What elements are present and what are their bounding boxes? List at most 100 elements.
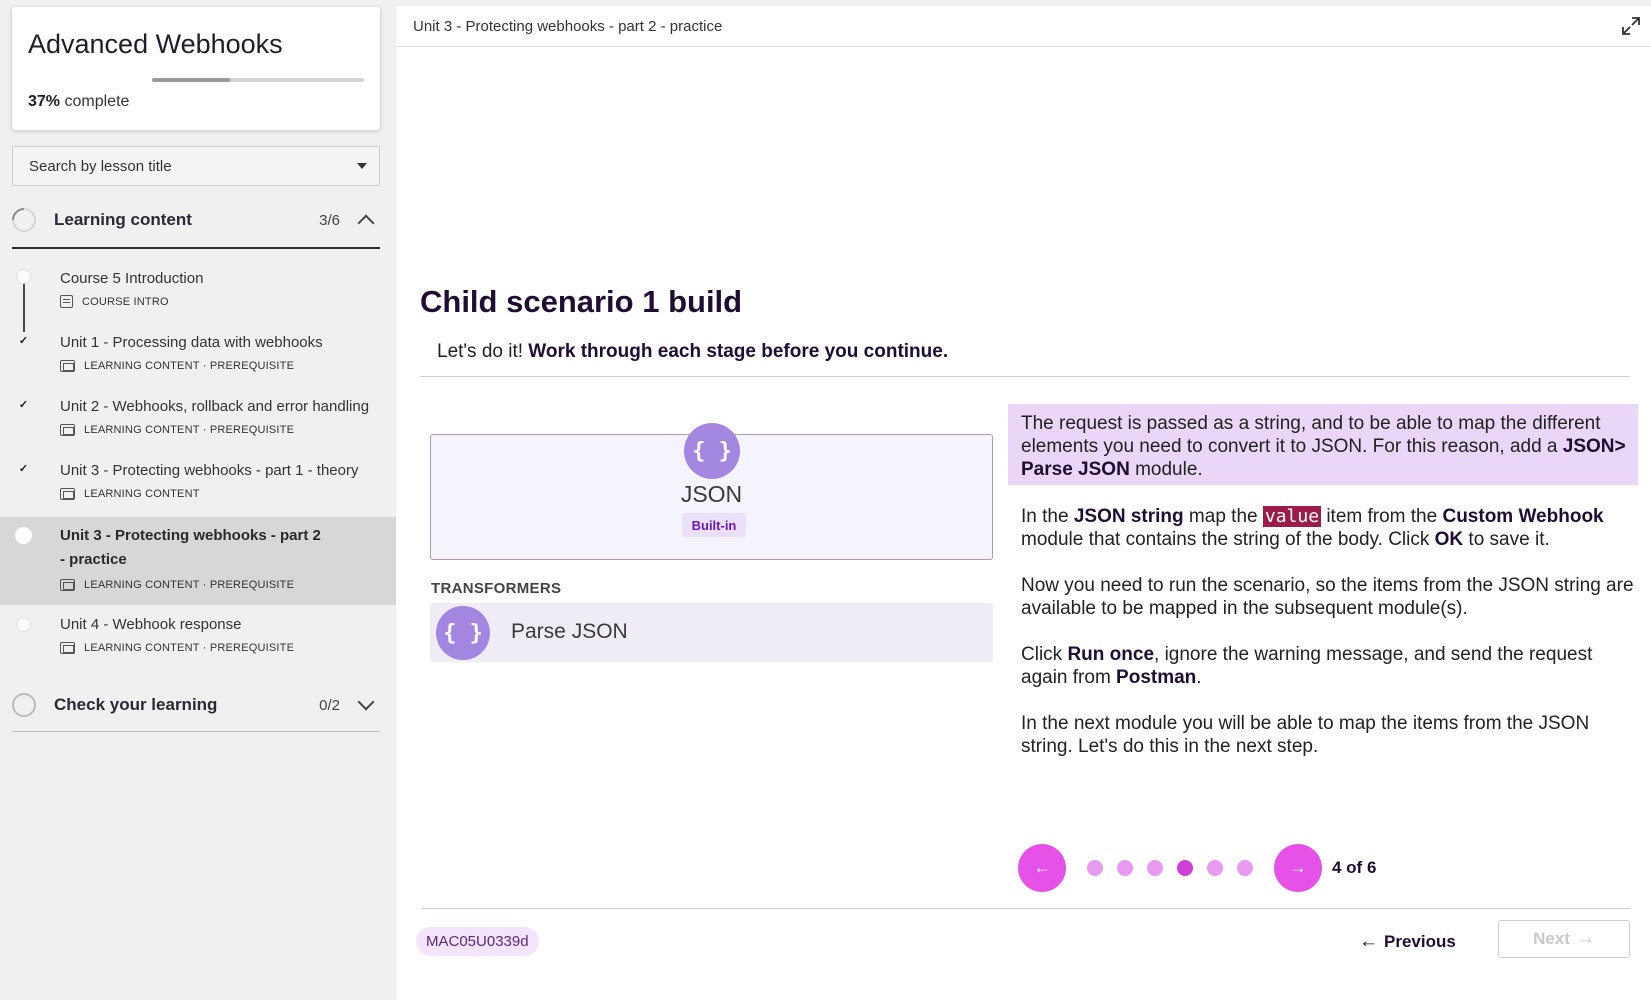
json-braces-icon: { } [684,423,740,479]
lesson-search-placeholder: Search by lesson title [29,157,172,175]
lesson-title: Unit 1 - Processing data with webhooks [60,334,323,351]
document-icon [60,295,73,308]
instruction-text: The request is passed as a string, and t… [1008,404,1638,781]
pager-prev-button[interactable]: ← [1018,844,1066,892]
built-in-badge: Built-in [682,513,746,537]
intro-emphasis: Work through each stage before you conti… [528,341,949,362]
lesson-meta-text: LEARNING CONTENT [84,488,200,500]
progress-text: 37% complete [28,93,129,111]
pager-next-button[interactable]: → [1274,844,1322,892]
course-progress-fill [152,78,231,82]
lesson-status-icon [16,269,31,284]
lesson-item-unit-3-part-1[interactable]: ✓ Unit 3 - Protecting webhooks - part 1 … [0,453,396,515]
arrow-left-icon: ← [1359,930,1378,952]
lesson-meta: LEARNING CONTENT · PREREQUISITE [60,642,294,654]
caret-down-icon [357,163,367,169]
transformers-label: TRANSFORMERS [431,580,562,597]
chevron-down-icon[interactable] [357,693,375,711]
slides-icon [60,488,75,500]
course-progress-card: Advanced Webhooks 37% complete [12,7,380,130]
current-lesson-icon [15,527,32,544]
lesson-meta-text: COURSE INTRO [82,295,169,308]
progress-percent: 37% [28,93,61,110]
checkmark-icon: ✓ [16,461,31,476]
section-divider [12,247,380,249]
slides-icon [60,360,75,372]
lesson-meta: LEARNING CONTENT · PREREQUISITE [60,424,294,436]
lesson-code-badge: MAC05U0339d [416,927,539,956]
lesson-intro: Let's do it! Work through each stage bef… [437,341,948,363]
json-module-name: JSON [680,481,743,507]
lesson-search-select[interactable]: Search by lesson title [12,146,380,186]
lesson-item-unit-3-part-2[interactable]: Unit 3 - Protecting webhooks - part 2 - … [0,517,396,605]
lesson-topbar: Unit 3 - Protecting webhooks - part 2 - … [396,6,1651,47]
step-pager: ← → 4 of 6 [1018,844,1376,892]
pager-dot-4[interactable] [1177,860,1193,876]
lesson-title: Unit 3 - Protecting webhooks - part 1 - … [60,462,359,479]
checkmark-icon: ✓ [16,397,31,412]
instruction-paragraph: In the JSON string map the value item fr… [1021,506,1604,550]
intro-text: Let's do it! [437,341,529,362]
expand-arrows-icon[interactable] [1621,16,1641,36]
intro-divider [420,376,1630,377]
previous-label: Previous [1384,931,1456,951]
course-title: Advanced Webhooks [28,29,283,59]
slides-icon [60,642,75,654]
section-progress-ring-icon [7,203,41,237]
lesson-title: Unit 2 - Webhooks, rollback and error ha… [60,398,370,415]
instruction-paragraph: In the next module you will be able to m… [1021,713,1590,757]
parse-json-option: { } Parse JSON [430,603,993,662]
pager-dot-2[interactable] [1117,860,1133,876]
course-sidebar: Advanced Webhooks 37% complete Search by… [0,0,396,1000]
section-count: 3/6 [319,211,340,229]
pager-dot-6[interactable] [1237,860,1253,876]
section-divider [12,731,380,732]
lesson-meta-text: LEARNING CONTENT · PREREQUISITE [84,642,295,654]
instruction-highlight: The request is passed as a string, and t… [1008,404,1638,485]
section-count: 0/2 [319,696,340,714]
slides-icon [60,579,75,591]
instruction-paragraph: Now you need to run the scenario, so the… [1021,575,1634,619]
lesson-meta: LEARNING CONTENT · PREREQUISITE [60,360,294,372]
section-check-your-learning[interactable]: Check your learning 0/2 [12,685,380,725]
pager-dots [1080,860,1260,876]
pager-dot-3[interactable] [1147,860,1163,876]
section-learning-content[interactable]: Learning content 3/6 [7,200,380,240]
next-label: Next [1533,929,1570,948]
lesson-meta: LEARNING CONTENT [60,488,200,500]
lesson-item-unit-1[interactable]: ✓ Unit 1 - Processing data with webhooks… [0,325,396,387]
lesson-title: Unit 3 - Protecting webhooks - part 2 - … [60,527,321,568]
lesson-meta: LEARNING CONTENT · PREREQUISITE [60,579,294,591]
slides-icon [60,424,75,436]
chevron-up-icon[interactable] [357,214,375,232]
lesson-title: Unit 4 - Webhook response [60,616,242,633]
lesson-item-unit-2[interactable]: ✓ Unit 2 - Webhooks, rollback and error … [0,389,396,451]
lesson-meta-text: LEARNING CONTENT · PREREQUISITE [84,579,295,591]
progress-suffix: complete [64,93,130,110]
lesson-meta-text: LEARNING CONTENT · PREREQUISITE [84,360,295,372]
lesson-item-unit-4[interactable]: Unit 4 - Webhook response LEARNING CONTE… [0,607,396,669]
lesson-meta-text: LEARNING CONTENT · PREREQUISITE [84,424,295,436]
lesson-heading: Child scenario 1 build [420,284,743,319]
lesson-title: Course 5 Introduction [60,270,204,287]
arrow-right-icon: → [1575,928,1595,949]
lesson-status-icon [16,617,31,632]
instruction-paragraph: Click Run once, ignore the warning messa… [1021,644,1593,688]
previous-lesson-button[interactable]: ← Previous [1359,927,1456,956]
code-value-tag: value [1262,506,1322,527]
json-braces-icon: { } [436,606,490,660]
lesson-meta: COURSE INTRO [60,295,169,308]
footer-divider [422,908,1630,909]
section-progress-ring-icon [12,693,36,717]
section-label: Check your learning [54,695,218,714]
pager-dot-5[interactable] [1207,860,1223,876]
next-lesson-button[interactable]: Next → [1498,920,1630,958]
course-progress-bar [152,78,364,82]
checkmark-icon: ✓ [16,333,31,348]
section-label: Learning content [54,210,192,229]
lesson-item-course-intro[interactable]: Course 5 Introduction COURSE INTRO [0,261,396,323]
lesson-content: Unit 3 - Protecting webhooks - part 2 - … [396,6,1651,1000]
pager-dot-1[interactable] [1087,860,1103,876]
parse-json-label: Parse JSON [511,620,628,643]
breadcrumb: Unit 3 - Protecting webhooks - part 2 - … [413,18,723,35]
